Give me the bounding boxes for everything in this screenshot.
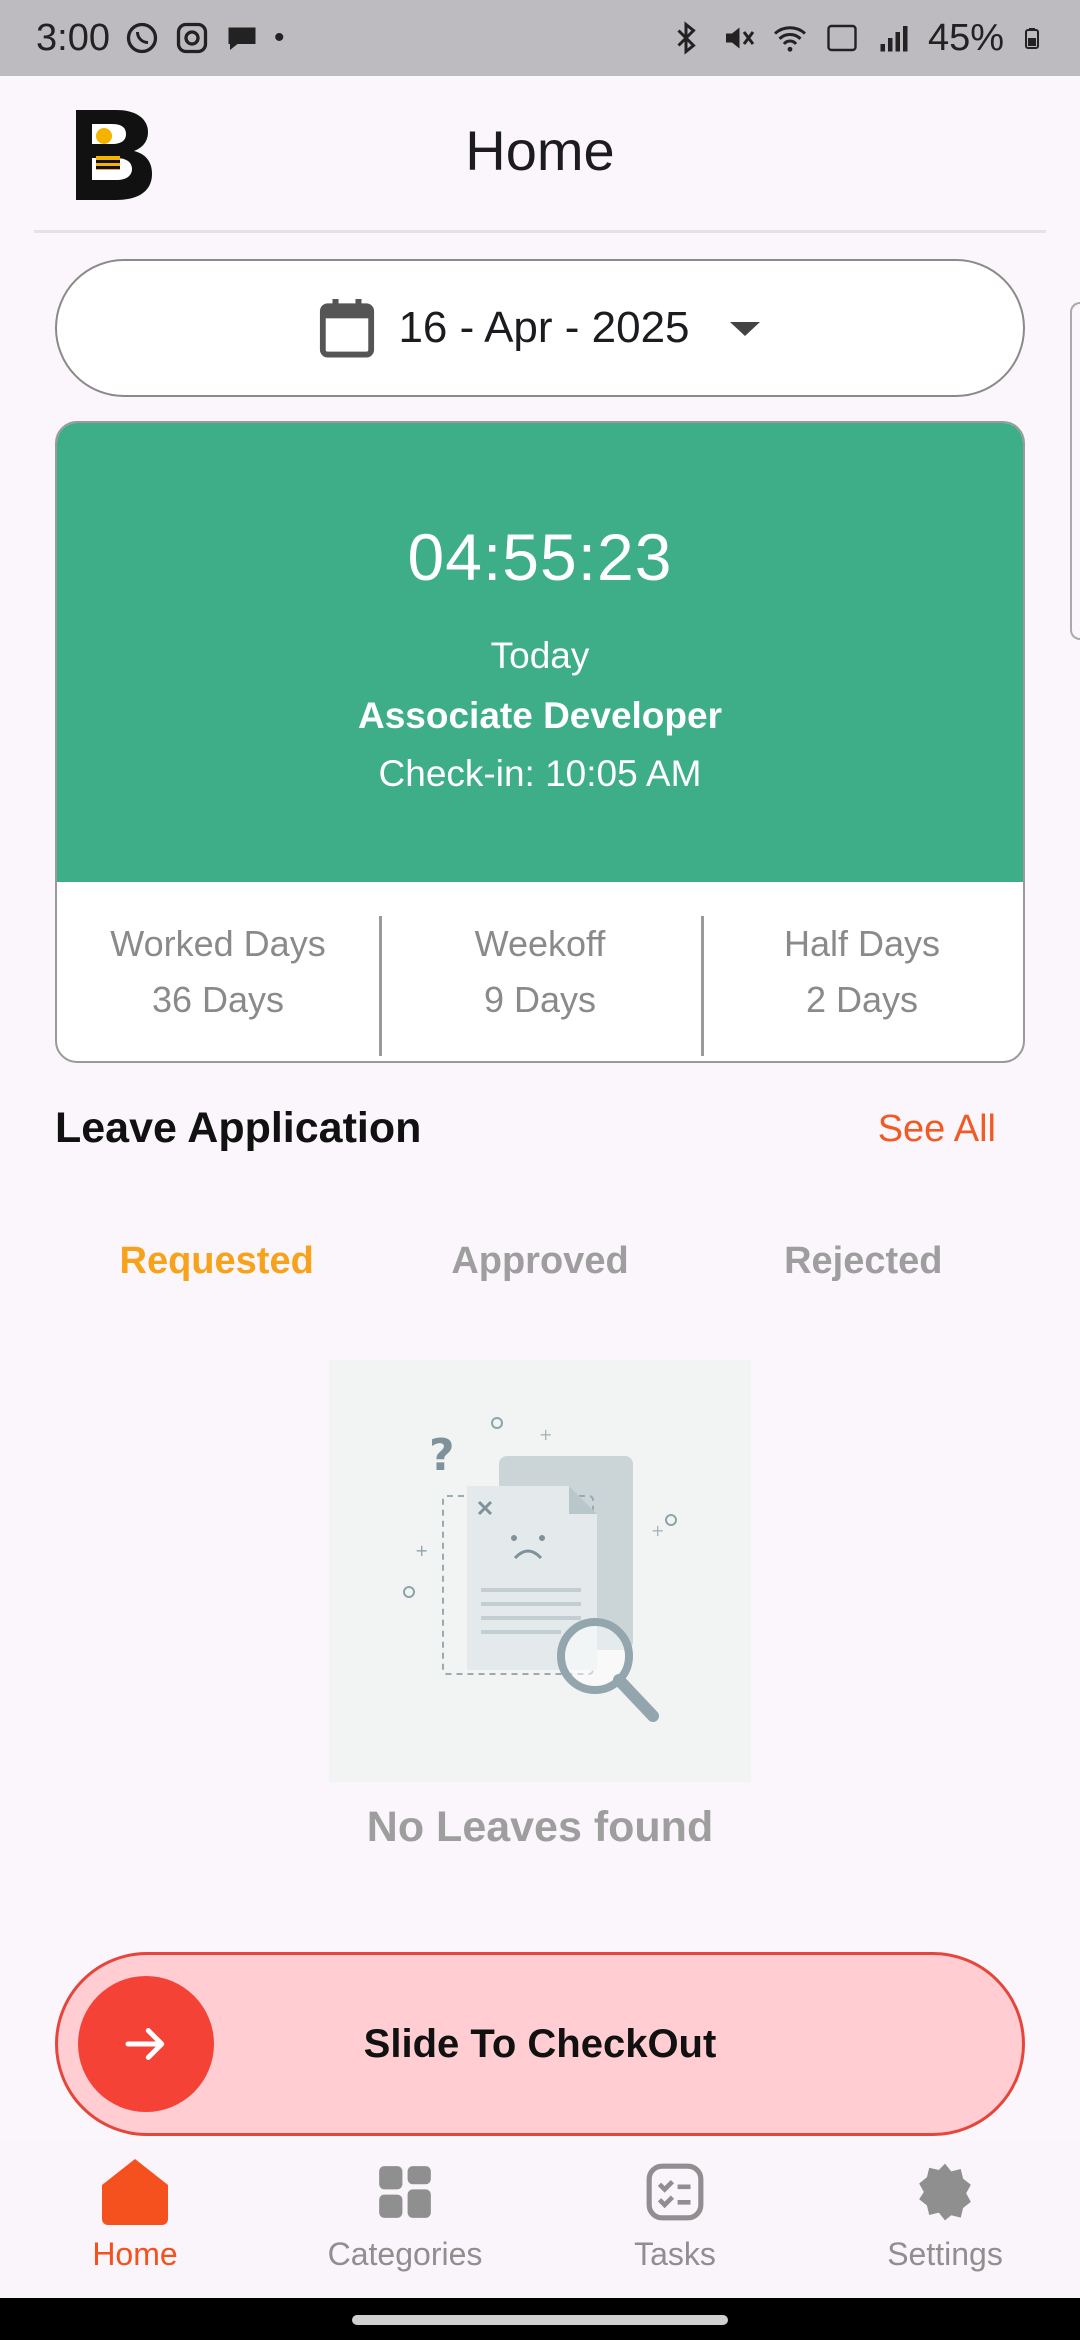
settings-icon <box>907 2156 983 2228</box>
stat-label: Weekoff <box>474 923 606 964</box>
stat-half-days: Half Days 2 Days <box>701 882 1023 1061</box>
scroll-indicator <box>1070 302 1080 640</box>
svg-text:+: + <box>415 1541 428 1560</box>
nav-settings[interactable]: Settings <box>810 2142 1080 2298</box>
attendance-summary: 04:55:23 Today Associate Developer Check… <box>57 423 1023 882</box>
see-all-link[interactable]: See All <box>878 1108 996 1151</box>
gesture-handle[interactable] <box>352 2315 728 2325</box>
work-timer: 04:55:23 <box>407 520 673 594</box>
slide-to-checkout[interactable]: Slide To CheckOut <box>55 1952 1025 2136</box>
notification-dot: • <box>273 21 285 54</box>
attendance-stats: Worked Days 36 Days Weekoff 9 Days Half … <box>57 882 1023 1061</box>
wifi-icon <box>773 26 806 52</box>
nav-label: Settings <box>887 2236 1003 2272</box>
slide-label: Slide To CheckOut <box>363 2021 717 2066</box>
attendance-card: 04:55:23 Today Associate Developer Check… <box>55 421 1025 1063</box>
tab-requested[interactable]: Requested <box>55 1240 378 1283</box>
bluetooth-icon <box>677 21 696 55</box>
stat-weekoff: Weekoff 9 Days <box>379 882 701 1061</box>
nav-label: Categories <box>327 2236 483 2272</box>
mute-icon <box>725 27 755 49</box>
empty-state-illustration: + ? + + <box>329 1360 751 1782</box>
message-icon <box>228 27 256 50</box>
tab-rejected[interactable]: Rejected <box>702 1240 1025 1283</box>
tasks-icon <box>637 2156 713 2228</box>
instagram-icon <box>176 22 208 54</box>
nav-tasks[interactable]: Tasks <box>540 2142 810 2298</box>
stat-value: 2 Days <box>805 979 919 1020</box>
slide-handle[interactable] <box>78 1976 214 2112</box>
stat-worked-days: Worked Days 36 Days <box>57 882 379 1061</box>
checkin-time: Check-in: 10:05 AM <box>378 753 702 794</box>
home-icon <box>97 2156 173 2228</box>
arrow-right-icon <box>125 2028 165 2060</box>
nav-home[interactable]: Home <box>0 2142 270 2298</box>
date-picker-button[interactable]: 16 - Apr - 2025 <box>55 259 1025 397</box>
battery-icon <box>1025 28 1039 49</box>
stat-value: 36 Days <box>151 979 285 1020</box>
stat-value: 9 Days <box>483 979 597 1020</box>
leave-tabs: Requested Approved Rejected <box>55 1240 1025 1283</box>
app-bar: Home <box>0 76 1080 233</box>
calendar-icon <box>320 299 375 358</box>
signal-icon <box>880 26 908 52</box>
bottom-navigation: Home Categories Tasks Settings <box>0 2142 1080 2298</box>
nav-label: Tasks <box>634 2236 716 2272</box>
selected-date: 16 - Apr - 2025 <box>398 303 690 352</box>
nav-label: Home <box>92 2236 178 2272</box>
dropdown-arrow-icon <box>729 322 760 336</box>
stat-label: Worked Days <box>110 923 326 964</box>
nav-categories[interactable]: Categories <box>270 2142 540 2298</box>
day-label: Today <box>490 635 590 676</box>
vowifi-icon <box>827 24 857 52</box>
page-title: Home <box>465 119 615 182</box>
svg-text:?: ? <box>429 1430 455 1481</box>
whatsapp-icon <box>126 22 158 54</box>
status-time: 3:00 <box>36 16 110 59</box>
battery-percent: 45% <box>927 16 1004 59</box>
empty-state-message: No Leaves found <box>366 1803 714 1851</box>
svg-text:+: + <box>539 1425 552 1444</box>
header-divider <box>34 230 1046 233</box>
role-label: Associate Developer <box>357 695 722 736</box>
svg-text:+: + <box>651 1521 664 1540</box>
tab-approved[interactable]: Approved <box>378 1240 701 1283</box>
categories-icon <box>367 2156 443 2228</box>
section-title: Leave Application <box>55 1104 422 1152</box>
status-bar: 3:00 • 45% <box>0 0 1080 76</box>
stat-label: Half Days <box>783 923 941 964</box>
